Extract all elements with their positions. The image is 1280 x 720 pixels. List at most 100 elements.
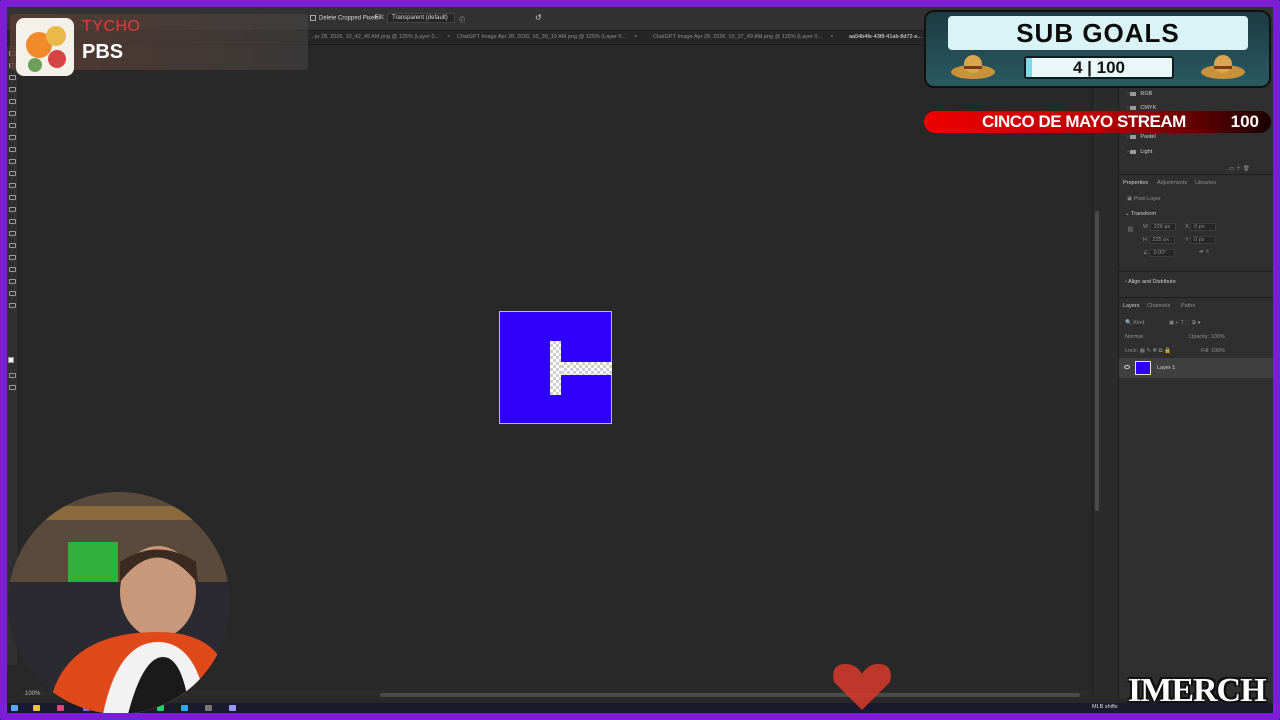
info-icon[interactable]: ⓘ — [459, 15, 465, 24]
swatch-group-light[interactable]: › Light — [1127, 149, 1152, 155]
transform-section[interactable]: ⌄ Transform — [1125, 211, 1156, 217]
brush-tool-icon[interactable] — [9, 147, 16, 152]
event-title: CINCO DE MAYO STREAM — [982, 112, 1186, 131]
frame-tool-icon[interactable] — [9, 111, 16, 116]
stamp-tool-icon[interactable] — [9, 159, 16, 164]
crop-tool-icon[interactable] — [9, 99, 16, 104]
pixel-layer-label: ▣ Pixel Layer — [1127, 196, 1161, 202]
x-field[interactable]: 0 px — [1190, 223, 1217, 231]
scroll-thumb[interactable] — [1095, 211, 1099, 511]
lock-icons[interactable]: ▦ ✎ ✥ ⧉ 🔒 — [1140, 348, 1171, 354]
type-tool-icon[interactable] — [9, 243, 16, 248]
fill-field[interactable]: 100% — [1211, 348, 1225, 354]
channel-subtitle: PBS — [82, 41, 124, 63]
transparent-region — [561, 362, 612, 375]
align-section[interactable]: › Align and Distribute — [1125, 279, 1176, 285]
pen-tool-icon[interactable] — [9, 231, 16, 236]
sponsor-watermark: IMERCH — [1128, 672, 1267, 709]
webcam-feed — [8, 492, 230, 714]
width-field[interactable]: 226 px — [1149, 223, 1176, 231]
close-icon[interactable]: × — [634, 34, 637, 40]
sombrero-icon — [1201, 55, 1245, 79]
fill-label: Fill: — [375, 15, 385, 21]
close-icon[interactable]: × — [447, 34, 450, 40]
tab-properties[interactable]: Properties — [1123, 180, 1148, 186]
layer-thumbnail — [1135, 361, 1151, 375]
checkbox-icon — [310, 15, 316, 21]
folder-icon — [1130, 134, 1137, 139]
swatch-group-rgb[interactable]: › RGB — [1127, 91, 1152, 97]
event-value: 100 — [1230, 112, 1259, 131]
filter-icons[interactable]: ▣ ◐ T ⬚ ⧉ ● — [1169, 320, 1201, 327]
hand-tool-icon[interactable] — [9, 279, 16, 284]
eyedropper-tool-icon[interactable] — [9, 123, 16, 128]
zoom-tool-icon[interactable] — [9, 291, 16, 296]
filter-dropdown[interactable]: 🔍 Kind — [1125, 320, 1144, 326]
taskbar: MLB shifts — [7, 703, 1273, 713]
height-field[interactable]: 225 px — [1148, 236, 1175, 244]
tab-channels[interactable]: Channels — [1147, 303, 1170, 309]
tab-adjustments[interactable]: Adjustments — [1157, 180, 1187, 186]
swatch-group-pastel[interactable]: › Pastel — [1127, 134, 1156, 140]
foreground-color-swatch[interactable] — [8, 357, 14, 363]
tab-layers[interactable]: Layers — [1123, 303, 1140, 309]
sub-goals-widget: SUB GOALS 4 | 100 — [924, 10, 1271, 88]
tab-paths[interactable]: Paths — [1181, 303, 1195, 309]
heart-icon — [833, 664, 891, 710]
healing-tool-icon[interactable] — [9, 135, 16, 140]
path-select-icon[interactable] — [9, 255, 16, 260]
quick-mask-icon[interactable] — [9, 373, 16, 378]
channel-logo — [16, 18, 74, 76]
transparent-region — [550, 341, 561, 395]
app-icon[interactable] — [57, 705, 64, 711]
sub-goals-title: SUB GOALS — [948, 16, 1248, 50]
eraser-tool-icon[interactable] — [9, 183, 16, 188]
select-tool-icon[interactable] — [9, 87, 16, 92]
folder-icon[interactable] — [33, 705, 40, 711]
gradient-tool-icon[interactable] — [9, 195, 16, 200]
close-icon[interactable]: × — [830, 34, 833, 40]
sub-goals-count: 4 | 100 — [1072, 58, 1126, 77]
zoom-level[interactable]: 100% — [25, 691, 40, 697]
layer-row[interactable]: Layer 1 — [1119, 358, 1274, 378]
document-tab[interactable]: ChatGPT Image Apr 28, 2026, 10_37_49 AM.… — [653, 34, 833, 40]
sombrero-icon — [951, 55, 995, 79]
flip-icon[interactable]: ⇹ ⇳ — [1199, 249, 1210, 255]
folder-icon — [1130, 149, 1137, 154]
premiere-icon[interactable] — [229, 705, 236, 711]
dodge-tool-icon[interactable] — [9, 219, 16, 224]
app-icon[interactable] — [205, 705, 212, 711]
y-field[interactable]: 0 px — [1190, 236, 1217, 244]
screen-mode-icon[interactable] — [9, 385, 16, 390]
scroll-thumb[interactable] — [380, 693, 1080, 697]
streamer-image — [8, 492, 230, 714]
channel-badge: TYCHO PBS — [10, 14, 308, 76]
reset-icon[interactable]: ↺ — [535, 13, 542, 22]
history-brush-icon[interactable] — [9, 171, 16, 176]
lasso-tool-icon[interactable] — [9, 75, 16, 80]
document-canvas[interactable] — [499, 311, 612, 424]
tray-text[interactable]: MLB shifts — [1092, 704, 1118, 710]
document-tab[interactable]: ChatGPT Image Apr 28, 2026, 10_39_19 AM.… — [457, 34, 637, 40]
delete-cropped-checkbox[interactable]: Delete Cropped Pixels — [310, 15, 379, 22]
shape-tool-icon[interactable] — [9, 267, 16, 272]
event-banner: CINCO DE MAYO STREAM 100 — [924, 111, 1271, 133]
new-group-icon[interactable]: ▭ ＋ 🗑 — [1229, 164, 1250, 172]
windows-start-icon[interactable] — [11, 705, 18, 711]
blur-tool-icon[interactable] — [9, 207, 16, 212]
folder-icon — [1130, 91, 1137, 96]
document-tab-active[interactable]: aa54b4fe-43f8-41ab-8d72-e... — [849, 34, 922, 40]
photoshop-icon[interactable] — [181, 705, 188, 711]
fill-dropdown[interactable]: Transparent (default) — [387, 13, 455, 23]
more-tools-icon[interactable] — [9, 303, 16, 308]
folder-icon — [1130, 105, 1137, 110]
channel-name: TYCHO — [82, 18, 141, 35]
angle-field[interactable]: 0.00° — [1149, 249, 1176, 257]
eye-icon[interactable] — [1124, 365, 1130, 369]
link-icon[interactable]: ⛓ — [1127, 227, 1134, 233]
document-tab[interactable]: ...pr 28, 2026, 10_42_49 AM.png @ 125% (… — [310, 34, 450, 40]
blend-mode-dropdown[interactable]: Normal — [1125, 334, 1143, 340]
tab-libraries[interactable]: Libraries — [1195, 180, 1216, 186]
layer-name[interactable]: Layer 1 — [1157, 365, 1175, 371]
opacity-field[interactable]: 100% — [1211, 334, 1225, 340]
